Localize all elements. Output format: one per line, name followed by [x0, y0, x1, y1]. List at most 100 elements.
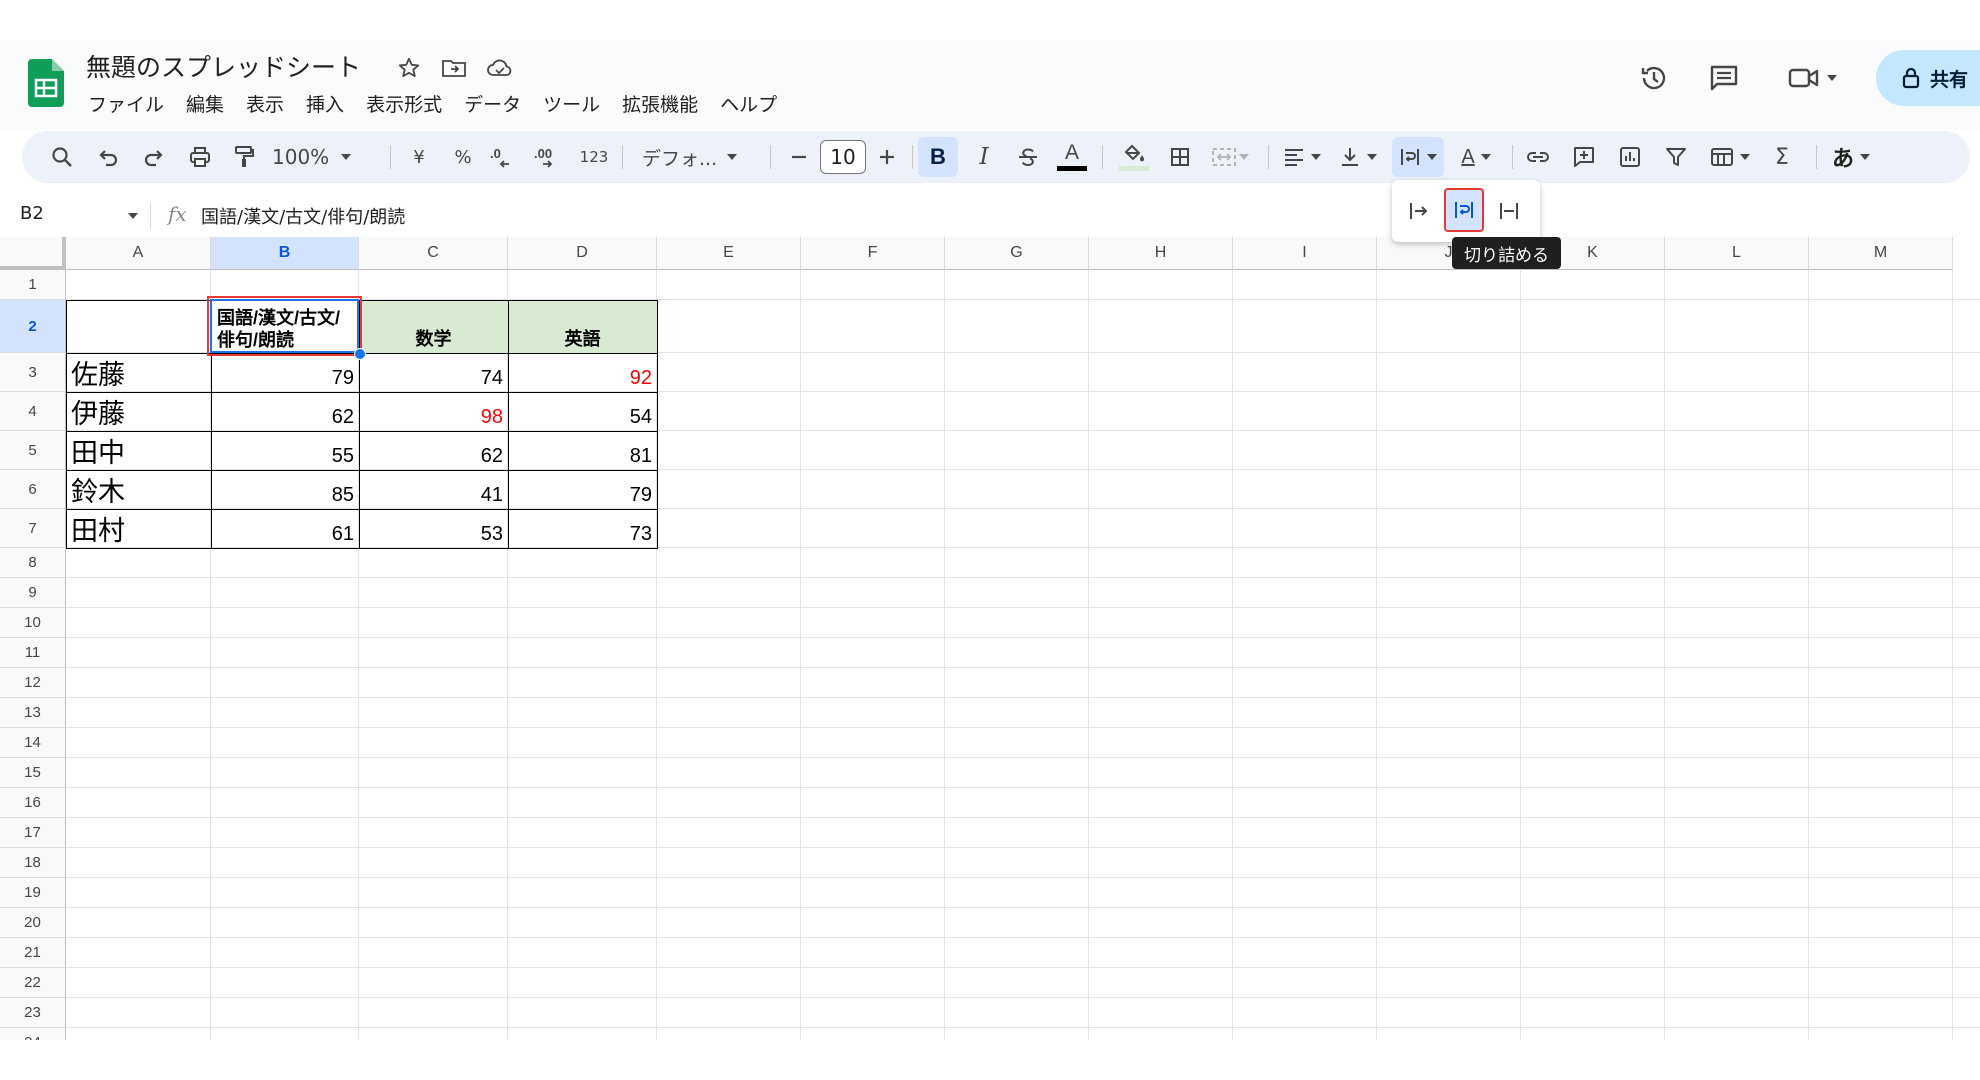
name-cell[interactable]: 伊藤: [66, 392, 211, 431]
filter-views-icon[interactable]: [1702, 137, 1758, 177]
row-header-13[interactable]: 13: [0, 698, 66, 728]
menu-help[interactable]: ヘルプ: [709, 88, 788, 118]
insert-link-icon[interactable]: [1518, 137, 1558, 177]
menu-data[interactable]: データ: [453, 88, 532, 118]
row-header-4[interactable]: 4: [0, 392, 66, 431]
row-header-9[interactable]: 9: [0, 578, 66, 608]
row-header-6[interactable]: 6: [0, 470, 66, 509]
value-cell[interactable]: 61: [211, 509, 359, 548]
meet-video-icon[interactable]: [1782, 60, 1842, 96]
value-cell[interactable]: 54: [508, 392, 657, 431]
menu-tools[interactable]: ツール: [532, 88, 611, 118]
value-cell[interactable]: 79: [508, 470, 657, 509]
row-header-21[interactable]: 21: [0, 938, 66, 968]
column-header-i[interactable]: I: [1233, 237, 1377, 270]
percent-format-button[interactable]: %: [446, 137, 480, 177]
fill-handle[interactable]: [354, 348, 366, 360]
currency-format-button[interactable]: ¥: [402, 137, 436, 177]
decrease-font-size-button[interactable]: [784, 137, 814, 177]
functions-button[interactable]: Σ: [1762, 137, 1802, 177]
header-cell-d[interactable]: 英語: [508, 300, 657, 353]
wrap-clip-option-icon[interactable]: [1490, 191, 1528, 231]
vertical-align-icon[interactable]: [1332, 137, 1384, 177]
row-header-10[interactable]: 10: [0, 608, 66, 638]
borders-icon[interactable]: [1160, 137, 1200, 177]
bold-button[interactable]: B: [918, 137, 958, 177]
row-header-15[interactable]: 15: [0, 758, 66, 788]
column-header-l[interactable]: L: [1665, 237, 1809, 270]
row-header-7[interactable]: 7: [0, 509, 66, 548]
value-cell[interactable]: 41: [359, 470, 508, 509]
menu-edit[interactable]: 編集: [175, 88, 235, 118]
menu-extensions[interactable]: 拡張機能: [611, 88, 709, 118]
font-size-input[interactable]: 10: [820, 140, 866, 174]
wrap-option-icon[interactable]: [1444, 188, 1484, 232]
row-header-3[interactable]: 3: [0, 353, 66, 392]
menu-file[interactable]: ファイル: [88, 88, 175, 118]
font-family-select[interactable]: デフォ...: [634, 137, 746, 177]
column-header-d[interactable]: D: [508, 237, 657, 270]
row-header-11[interactable]: 11: [0, 638, 66, 668]
zoom-select[interactable]: 100%: [272, 137, 368, 177]
name-cell[interactable]: 田村: [66, 509, 211, 548]
menu-format[interactable]: 表示形式: [355, 88, 453, 118]
row-header-24[interactable]: 24: [0, 1028, 66, 1040]
value-cell[interactable]: 53: [359, 509, 508, 548]
column-header-a[interactable]: A: [66, 237, 211, 270]
value-cell[interactable]: 55: [211, 431, 359, 470]
row-header-14[interactable]: 14: [0, 728, 66, 758]
row-header-16[interactable]: 16: [0, 788, 66, 818]
name-cell[interactable]: 鈴木: [66, 470, 211, 509]
value-cell[interactable]: 62: [211, 392, 359, 431]
value-cell[interactable]: 98: [359, 392, 508, 431]
value-cell[interactable]: 74: [359, 353, 508, 392]
insert-comment-icon[interactable]: [1564, 137, 1604, 177]
document-title[interactable]: 無題のスプレッドシート: [86, 48, 361, 84]
row-header-19[interactable]: 19: [0, 878, 66, 908]
column-header-b[interactable]: B: [211, 237, 359, 270]
row-header-1[interactable]: 1: [0, 270, 66, 300]
formula-input[interactable]: 国語/漢文/古文/俳句/朗読: [201, 203, 405, 229]
row-header-23[interactable]: 23: [0, 998, 66, 1028]
row-header-22[interactable]: 22: [0, 968, 66, 998]
row-header-5[interactable]: 5: [0, 431, 66, 470]
value-cell[interactable]: 62: [359, 431, 508, 470]
cloud-saved-icon[interactable]: [486, 54, 514, 82]
row-header-2[interactable]: 2: [0, 300, 66, 353]
value-cell[interactable]: 85: [211, 470, 359, 509]
value-cell[interactable]: 79: [211, 353, 359, 392]
column-header-g[interactable]: G: [945, 237, 1089, 270]
column-header-c[interactable]: C: [359, 237, 508, 270]
print-icon[interactable]: [180, 137, 220, 177]
select-all-corner[interactable]: [0, 237, 66, 270]
menu-view[interactable]: 表示: [235, 88, 295, 118]
comments-icon[interactable]: [1706, 60, 1742, 96]
insert-chart-icon[interactable]: [1610, 137, 1650, 177]
header-cell-c[interactable]: 数学: [359, 300, 508, 353]
strikethrough-icon[interactable]: [1008, 137, 1048, 177]
column-header-f[interactable]: F: [801, 237, 945, 270]
fill-color-icon[interactable]: [1114, 137, 1154, 177]
decrease-decimal-button[interactable]: .0: [484, 137, 522, 177]
name-cell[interactable]: 佐藤: [66, 353, 211, 392]
filter-icon[interactable]: [1656, 137, 1696, 177]
column-header-e[interactable]: E: [657, 237, 801, 270]
text-color-button[interactable]: A: [1052, 137, 1092, 177]
paint-format-icon[interactable]: [224, 137, 264, 177]
undo-icon[interactable]: [88, 137, 128, 177]
row-header-18[interactable]: 18: [0, 848, 66, 878]
redo-icon[interactable]: [134, 137, 174, 177]
column-header-h[interactable]: H: [1089, 237, 1233, 270]
menu-insert[interactable]: 挿入: [295, 88, 355, 118]
name-box[interactable]: B2: [20, 203, 140, 229]
horizontal-align-icon[interactable]: [1276, 137, 1328, 177]
search-menus-icon[interactable]: [42, 137, 82, 177]
increase-decimal-button[interactable]: .00: [528, 137, 568, 177]
share-button[interactable]: 共有: [1876, 50, 1980, 106]
wrap-overflow-option-icon[interactable]: [1400, 191, 1438, 231]
value-cell[interactable]: 81: [508, 431, 657, 470]
version-history-icon[interactable]: [1636, 60, 1672, 96]
increase-font-size-button[interactable]: [872, 137, 902, 177]
input-tools-button[interactable]: あ: [1822, 137, 1880, 177]
row-header-12[interactable]: 12: [0, 668, 66, 698]
